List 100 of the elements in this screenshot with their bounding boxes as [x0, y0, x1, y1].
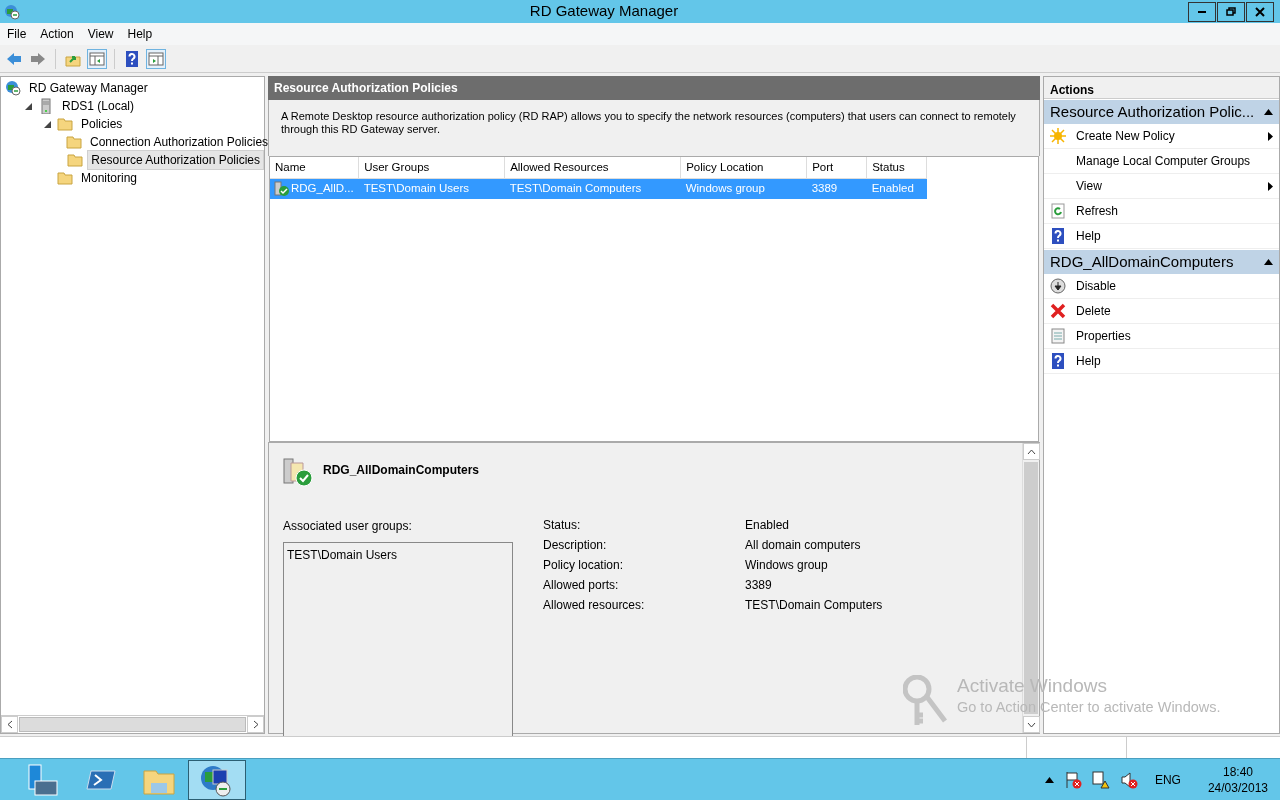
menu-item[interactable]: File [0, 25, 34, 43]
properties-icon [1050, 328, 1066, 344]
scroll-down-button[interactable] [1023, 716, 1040, 733]
tree-item[interactable]: Resource Authorization Policies [87, 150, 264, 170]
section-header[interactable]: RDG_AllDomainComputers [1044, 250, 1279, 274]
folder-icon [57, 170, 73, 186]
menu-item[interactable]: Action [33, 25, 81, 43]
close-button[interactable] [1246, 1, 1274, 22]
section-title: RDG_AllDomainComputers [1050, 251, 1234, 272]
back-arrow-icon [6, 50, 22, 67]
forward-arrow-icon [30, 50, 46, 67]
menu-item[interactable]: Help [120, 25, 160, 43]
help-icon [124, 50, 140, 67]
column-header[interactable]: Name [270, 157, 359, 179]
show-actions-button[interactable] [146, 48, 166, 69]
app-globe-icon [4, 3, 20, 20]
property-value: TEST\Domain Computers [745, 598, 883, 612]
clock-time[interactable]: 18:40 [1207, 763, 1268, 780]
policy-check-icon [274, 181, 290, 197]
command-item[interactable]: Manage Local Computer Groups [1044, 149, 1279, 174]
scroll-up-button[interactable] [1023, 443, 1040, 460]
command-item[interactable]: Delete [1044, 299, 1279, 324]
expanded-arrow-icon[interactable] [43, 119, 53, 129]
key-icon [903, 675, 949, 727]
column-header[interactable]: Status [866, 157, 927, 179]
property-label: Allowed ports: [543, 578, 619, 592]
server-icon [38, 98, 54, 114]
table-cell-text: RDG_AllD... [291, 181, 354, 197]
policy-name: RDG_AllDomainComputers [323, 462, 480, 479]
column-header[interactable]: Port [806, 157, 867, 179]
property-label: Status: [543, 518, 581, 532]
globe-icon [5, 80, 21, 96]
command-item[interactable]: Properties [1044, 324, 1279, 349]
menu-item[interactable]: View [80, 25, 121, 43]
scroll-left-button[interactable] [1, 716, 18, 733]
tree-item[interactable]: RDS1 (Local) [58, 96, 139, 116]
pane-icon [89, 50, 105, 67]
chevron-up-icon [1027, 448, 1036, 455]
folder-icon [67, 152, 84, 168]
language-indicator[interactable]: ENG [1147, 770, 1188, 789]
description-text: A Remote Desktop resource authorization policy (RD RAP) allows you to specify the network resources (computers) that users can connect to remotely through this RD Gateway server. [268, 100, 1040, 156]
tree-item[interactable]: RD Gateway Manager [25, 78, 152, 98]
property-label: Policy location: [543, 558, 624, 572]
delete-icon [1050, 303, 1066, 319]
up-arrow-icon[interactable] [1044, 776, 1054, 783]
field-label: Associated user groups: [283, 518, 413, 535]
table-cell: Enabled [871, 182, 914, 195]
command-item[interactable]: Help [1044, 349, 1279, 374]
restore-button[interactable] [1217, 1, 1245, 22]
close-icon [1255, 6, 1265, 17]
sun-icon [1050, 128, 1066, 144]
show-tree-button[interactable] [87, 48, 107, 69]
command-item[interactable]: Create New Policy [1044, 124, 1279, 149]
restore-icon [1226, 7, 1236, 16]
table-cell: TEST\Domain Computers [509, 182, 642, 195]
server-manager-icon [25, 762, 61, 797]
policy-check-icon [283, 457, 313, 487]
help-icon [1050, 228, 1066, 244]
property-value: All domain computers [745, 538, 861, 552]
expanded-arrow-icon[interactable] [24, 101, 34, 111]
network-warning-icon[interactable] [1091, 770, 1110, 789]
help-icon [1050, 353, 1066, 369]
table-cell: TEST\Domain Users [363, 182, 470, 195]
window-title: RD Gateway Manager [528, 1, 680, 22]
tree-item[interactable]: Monitoring [77, 168, 142, 188]
command-item[interactable]: Disable [1044, 274, 1279, 299]
table-cell: Windows group [685, 182, 765, 195]
scroll-right-button[interactable] [247, 716, 264, 733]
minimize-button[interactable] [1188, 1, 1216, 22]
speaker-muted-icon[interactable] [1119, 770, 1138, 789]
section-header[interactable]: Resource Authorization Polic... [1044, 100, 1279, 124]
property-label: Description: [543, 538, 607, 552]
clock-date[interactable]: 24/03/2013 [1207, 779, 1268, 796]
pane-title: Resource Authorization Policies [268, 76, 1040, 100]
flag-error-icon[interactable] [1063, 770, 1082, 789]
collapse-arrow-icon[interactable] [1264, 109, 1273, 115]
property-value: 3389 [745, 578, 772, 592]
refresh-icon [1050, 203, 1066, 219]
actions-title: Actions [1044, 77, 1279, 99]
column-header[interactable]: User Groups [358, 157, 505, 179]
folder-icon [57, 116, 73, 132]
chevron-left-icon [6, 720, 13, 729]
command-item[interactable]: Help [1044, 224, 1279, 249]
property-label: Allowed resources: [543, 598, 645, 612]
taskbar-app[interactable] [188, 759, 246, 800]
folder-icon [66, 134, 82, 150]
property-value: Windows group [745, 558, 828, 572]
collapse-arrow-icon[interactable] [1264, 259, 1273, 265]
command-item[interactable]: View [1044, 174, 1279, 199]
command-item[interactable]: Refresh [1044, 199, 1279, 224]
minimize-icon [1198, 10, 1206, 13]
tree-item[interactable]: Policies [77, 114, 127, 134]
list-item[interactable]: TEST\Domain Users [287, 546, 509, 564]
pane-icon [148, 50, 164, 67]
section-title: Resource Authorization Polic... [1050, 101, 1255, 122]
table-cell: 3389 [811, 182, 838, 195]
chevron-right-icon [252, 720, 259, 729]
column-header[interactable]: Policy Location [680, 157, 807, 179]
scrollbar-thumb[interactable] [19, 717, 246, 732]
column-header[interactable]: Allowed Resources [504, 157, 681, 179]
